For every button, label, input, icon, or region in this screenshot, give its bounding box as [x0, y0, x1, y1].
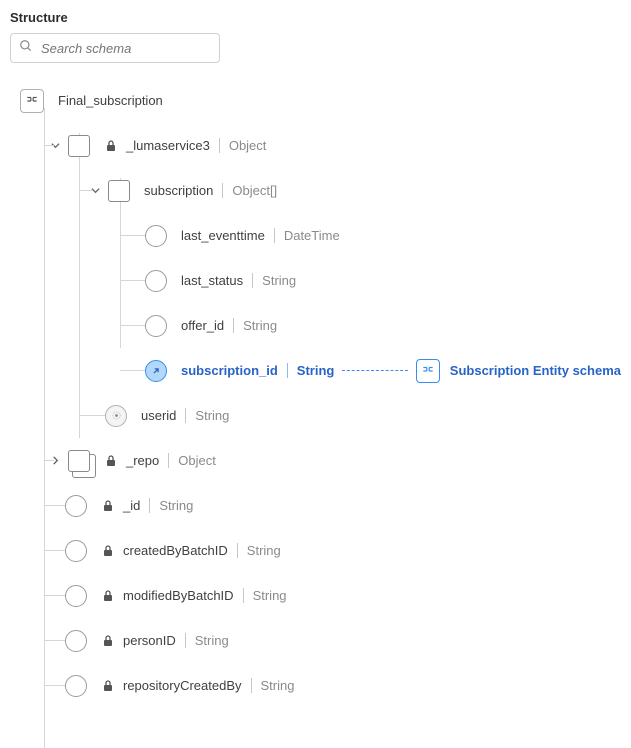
- search-input[interactable]: [39, 40, 211, 57]
- object-stack-node-icon[interactable]: [68, 450, 90, 472]
- field-type: Object[]: [232, 183, 277, 198]
- field-node-icon[interactable]: [65, 585, 87, 607]
- lock-icon: [101, 500, 115, 512]
- search-field-container: [10, 33, 220, 63]
- search-icon: [19, 39, 33, 58]
- lock-icon: [101, 545, 115, 557]
- field-label-userid[interactable]: userid: [141, 408, 176, 423]
- field-label-last-eventtime[interactable]: last_eventtime: [181, 228, 265, 243]
- field-label-subscription[interactable]: subscription: [144, 183, 213, 198]
- field-node-icon[interactable]: [65, 630, 87, 652]
- section-title: Structure: [10, 10, 621, 25]
- field-type: String: [195, 633, 229, 648]
- field-node-icon[interactable]: [65, 495, 87, 517]
- field-type: String: [297, 363, 335, 378]
- schema-reference-icon[interactable]: [416, 359, 440, 383]
- field-type: DateTime: [284, 228, 340, 243]
- field-label-last-status[interactable]: last_status: [181, 273, 243, 288]
- field-node-icon[interactable]: [145, 225, 167, 247]
- field-node-icon[interactable]: [145, 315, 167, 337]
- field-type: Object: [178, 453, 216, 468]
- field-type: String: [262, 273, 296, 288]
- field-label-offer-id[interactable]: offer_id: [181, 318, 224, 333]
- reference-schema-label[interactable]: Subscription Entity schema: [450, 363, 621, 378]
- field-label-lumaservice3[interactable]: _lumaservice3: [126, 138, 210, 153]
- object-array-node-icon[interactable]: [108, 180, 130, 202]
- schema-tree: Final_subscription _lumaservice3 Object …: [10, 78, 621, 708]
- field-type: String: [243, 318, 277, 333]
- identity-node-icon[interactable]: [105, 405, 127, 427]
- field-node-icon[interactable]: [145, 270, 167, 292]
- field-type: String: [247, 543, 281, 558]
- reference-connector-line: [342, 370, 407, 371]
- field-label-personid[interactable]: personID: [123, 633, 176, 648]
- field-type: String: [159, 498, 193, 513]
- object-node-icon[interactable]: [68, 135, 90, 157]
- field-type: Object: [229, 138, 267, 153]
- field-label-createdbybatchid[interactable]: createdByBatchID: [123, 543, 228, 558]
- field-label-subscription-id[interactable]: subscription_id: [181, 363, 278, 378]
- lock-icon: [104, 140, 118, 152]
- field-label-id[interactable]: _id: [123, 498, 140, 513]
- field-type: String: [195, 408, 229, 423]
- schema-root-icon[interactable]: [20, 89, 44, 113]
- field-label-modifiedbybatchid[interactable]: modifiedByBatchID: [123, 588, 234, 603]
- root-label[interactable]: Final_subscription: [58, 93, 163, 108]
- identity-field-node-icon[interactable]: [145, 360, 167, 382]
- field-label-repo[interactable]: _repo: [126, 453, 159, 468]
- field-type: String: [253, 588, 287, 603]
- lock-icon: [101, 635, 115, 647]
- lock-icon: [101, 590, 115, 602]
- field-node-icon[interactable]: [65, 540, 87, 562]
- lock-icon: [104, 455, 118, 467]
